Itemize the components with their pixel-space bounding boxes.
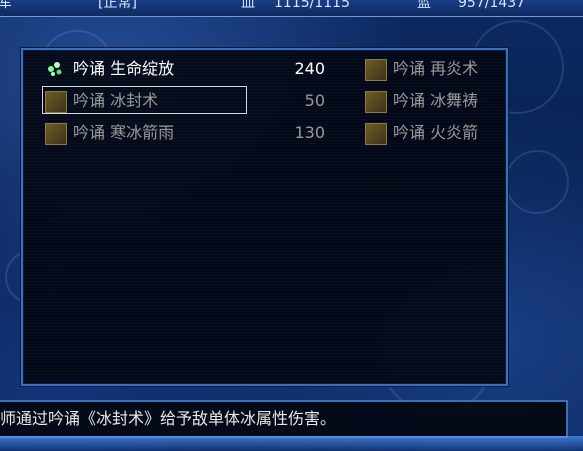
mp-value: 957/1437 [458, 0, 526, 11]
skill-cost: 50 [304, 91, 325, 110]
skill-name: 吟诵 冰舞祷 [393, 91, 479, 110]
hp-value: 1115/1115 [274, 0, 350, 11]
feather-scroll-icon [45, 123, 67, 145]
status-state: [正常] [98, 0, 137, 11]
skill-item[interactable]: 吟诵 冰封术 50 [45, 90, 345, 113]
message-bar: 师通过吟诵《冰封术》给予敌单体冰属性伤害。 [0, 400, 568, 438]
feather-scroll-icon [365, 91, 387, 113]
feather-scroll-icon [365, 123, 387, 145]
feather-scroll-icon [45, 91, 67, 113]
hp-label: 血 [241, 0, 255, 11]
skill-name: 吟诵 再炎术 [393, 59, 479, 78]
status-left-char: 军 [0, 0, 12, 11]
skill-cost: 240 [294, 59, 325, 78]
mp-label: 蓝 [417, 0, 431, 11]
skill-name: 吟诵 寒冰箭雨 [73, 123, 175, 142]
status-bar: 军 [正常] 血 1115/1115 蓝 957/1437 [0, 0, 583, 17]
feather-scroll-icon [365, 59, 387, 81]
skill-name: 吟诵 生命绽放 [73, 59, 175, 78]
bottom-glow [0, 436, 583, 451]
skill-item[interactable]: 吟诵 再炎术 [365, 58, 505, 81]
skill-item[interactable]: 吟诵 寒冰箭雨 130 [45, 122, 345, 145]
skill-item[interactable]: 吟诵 火炎箭 [365, 122, 505, 145]
skill-item[interactable]: 吟诵 生命绽放 240 [45, 58, 345, 80]
skill-name: 吟诵 冰封术 [73, 91, 159, 110]
message-text: 师通过吟诵《冰封术》给予敌单体冰属性伤害。 [0, 409, 337, 428]
skill-cost: 130 [294, 123, 325, 142]
skill-name: 吟诵 火炎箭 [393, 123, 479, 142]
skill-item[interactable]: 吟诵 冰舞祷 [365, 90, 505, 113]
green-sparkle-icon [45, 59, 65, 79]
skill-list-panel: 吟诵 生命绽放 240 吟诵 冰封术 50 吟诵 寒冰箭雨 130 吟诵 再炎术… [21, 48, 508, 386]
